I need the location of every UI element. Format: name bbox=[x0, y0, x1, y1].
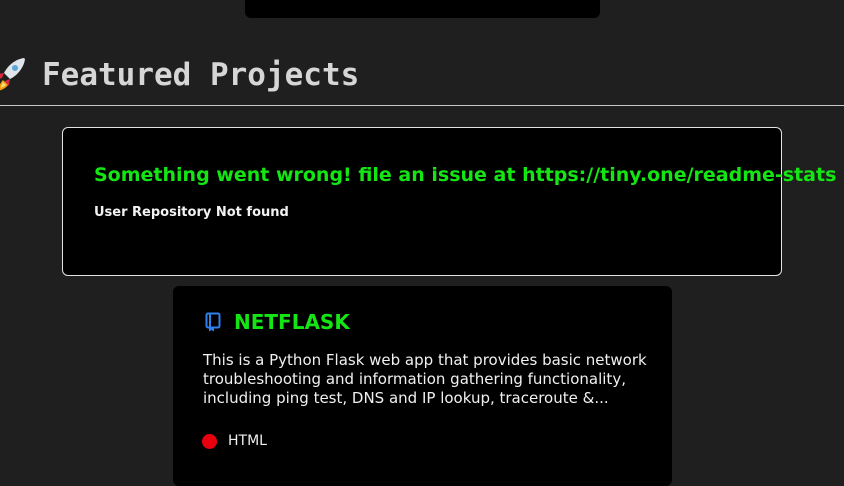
repo-name[interactable]: NETFLASK bbox=[234, 310, 350, 334]
repo-book-icon bbox=[204, 312, 222, 332]
repo-description: This is a Python Flask web app that prov… bbox=[203, 351, 647, 407]
error-title: Something went wrong! file an issue at h… bbox=[94, 164, 837, 186]
repo-card[interactable]: NETFLASK This is a Python Flask web app … bbox=[173, 286, 672, 486]
language-name: HTML bbox=[228, 433, 267, 449]
language-color-dot bbox=[202, 433, 217, 449]
repo-header: NETFLASK bbox=[204, 310, 350, 334]
rocket-icon bbox=[0, 56, 28, 94]
error-message: User Repository Not found bbox=[94, 205, 289, 220]
heading-divider bbox=[0, 105, 844, 106]
previous-card bbox=[245, 0, 600, 18]
repo-language: HTML bbox=[202, 433, 267, 449]
stats-error-card[interactable]: Something went wrong! file an issue at h… bbox=[62, 127, 836, 276]
section-heading: Featured Projects bbox=[0, 56, 359, 94]
section-title: Featured Projects bbox=[42, 57, 360, 93]
